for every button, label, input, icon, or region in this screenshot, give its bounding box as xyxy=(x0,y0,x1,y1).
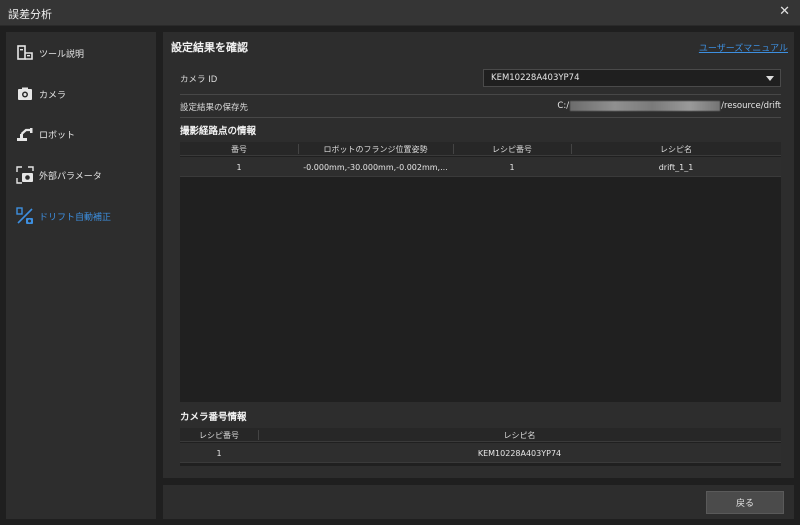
sidebar-item-label: ロボット xyxy=(39,131,76,141)
save-path-prefix: C:/ xyxy=(557,101,570,111)
table-cell: KEM10228A403YP74 xyxy=(477,449,562,458)
save-path-label: 設定結果の保存先 xyxy=(180,103,249,113)
close-icon[interactable]: ✕ xyxy=(779,4,790,19)
table-row[interactable]: 1 KEM10228A403YP74 xyxy=(180,443,781,463)
sidebar-item-extrinsic-parameters[interactable]: 外部パラメータ xyxy=(6,163,156,187)
save-path-value: C:/ /resource/drift xyxy=(557,100,781,112)
waypoints-section-title: 撮影経路点の情報 xyxy=(180,126,257,137)
column-header: レシピ名 xyxy=(660,145,692,154)
table-cell: 1 xyxy=(236,163,242,172)
drift-correction-icon xyxy=(16,207,33,224)
sidebar-item-label: ドリフト自動補正 xyxy=(39,213,112,223)
divider xyxy=(180,94,781,95)
back-button[interactable]: 戻る xyxy=(706,491,784,514)
column-header: レシピ番号 xyxy=(199,431,239,440)
table-cell: -0.000mm,-30.000mm,-0.002mm,... xyxy=(303,163,448,172)
column-header: レシピ名 xyxy=(503,431,536,440)
chevron-down-icon xyxy=(766,76,774,81)
table-cell: drift_1_1 xyxy=(658,163,694,172)
save-path-suffix: /resource/drift xyxy=(721,101,781,111)
divider xyxy=(180,117,781,118)
footer-bar: 戻る xyxy=(163,485,794,519)
column-header: レシピ番号 xyxy=(492,145,532,154)
window-title: 誤差分析 xyxy=(8,8,52,21)
robot-arm-icon xyxy=(17,128,33,141)
sidebar-item-label: ツール説明 xyxy=(39,50,85,60)
sidebar-item-robot[interactable]: ロボット xyxy=(6,122,156,146)
title-bar: 誤差分析 ✕ xyxy=(0,0,800,26)
camera-id-label: カメラ ID xyxy=(180,75,218,85)
table-header: レシピ番号 レシピ名 xyxy=(180,428,781,442)
table-row[interactable]: 1 -0.000mm,-30.000mm,-0.002mm,... 1 drif… xyxy=(180,157,781,177)
extrinsic-camera-icon xyxy=(16,166,34,184)
tool-doc-icon xyxy=(17,45,33,60)
waypoints-table: 番号 ロボットのフランジ位置姿勢 レシピ番号 レシピ名 1 -0.000mm,-… xyxy=(180,142,781,402)
camera-recipe-section-title: カメラ番号情報 xyxy=(180,412,247,423)
camera-id-select[interactable]: KEM10228A403YP74 xyxy=(483,69,781,87)
sidebar-item-label: カメラ xyxy=(39,91,67,101)
redacted-path-segment xyxy=(570,101,721,111)
sidebar: ツール説明 カメラ ロボット 外部パラメータ ドリフト自動補正 xyxy=(6,32,156,519)
camera-recipe-table: レシピ番号 レシピ名 1 KEM10228A403YP74 xyxy=(180,428,781,466)
page-title: 設定結果を確認 xyxy=(171,41,248,54)
user-manual-link[interactable]: ユーザーズマニュアル xyxy=(699,41,788,54)
column-header: 番号 xyxy=(231,145,247,154)
sidebar-item-tool-description[interactable]: ツール説明 xyxy=(6,41,156,65)
camera-icon xyxy=(18,87,32,100)
camera-id-value: KEM10228A403YP74 xyxy=(491,73,580,83)
table-cell: 1 xyxy=(216,449,222,458)
sidebar-item-label: 外部パラメータ xyxy=(39,172,102,182)
column-header: ロボットのフランジ位置姿勢 xyxy=(323,145,428,154)
sidebar-item-drift-correction[interactable]: ドリフト自動補正 xyxy=(6,204,156,228)
table-header: 番号 ロボットのフランジ位置姿勢 レシピ番号 レシピ名 xyxy=(180,142,781,156)
main-panel: 設定結果を確認 ユーザーズマニュアル カメラ ID KEM10228A403YP… xyxy=(163,32,794,478)
table-cell: 1 xyxy=(509,163,515,172)
sidebar-item-camera[interactable]: カメラ xyxy=(6,82,156,106)
